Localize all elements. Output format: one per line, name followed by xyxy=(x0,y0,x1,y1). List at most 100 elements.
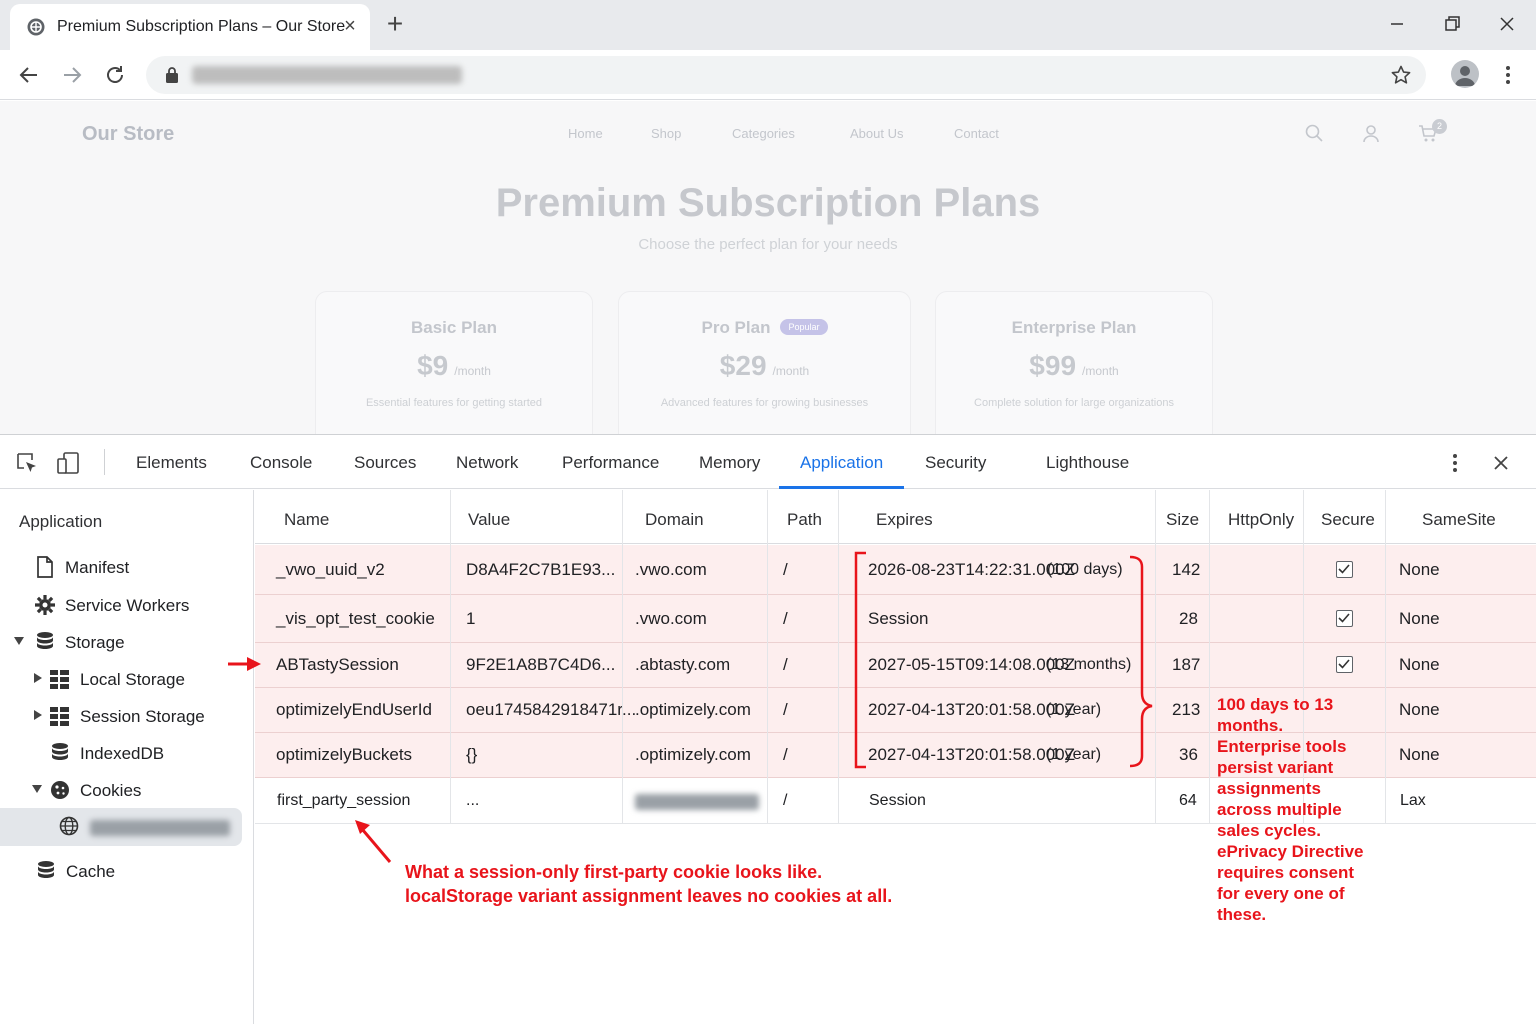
address-bar[interactable] xyxy=(146,56,1426,94)
gear-icon xyxy=(35,595,55,615)
expanded-arrow-icon[interactable] xyxy=(31,782,43,796)
cart-count-badge: 2 xyxy=(1432,119,1447,134)
table-row[interactable]: ABTastySession 9F2E1A8B7C4D6... .abtasty… xyxy=(255,643,1536,688)
plan-price: $99/month xyxy=(1029,350,1119,381)
tab-close-icon[interactable]: × xyxy=(340,16,360,36)
column-value[interactable]: Value xyxy=(468,510,510,530)
sidebar-item-storage[interactable]: Storage xyxy=(13,628,233,658)
cookie-domain-blurred xyxy=(90,820,230,836)
restore-icon[interactable] xyxy=(1439,11,1465,37)
column-domain[interactable]: Domain xyxy=(645,510,704,530)
sidebar-item-manifest[interactable]: Manifest xyxy=(34,553,234,583)
hero-title: Premium Subscription Plans xyxy=(495,181,1041,225)
column-path[interactable]: Path xyxy=(787,510,822,530)
lock-icon[interactable] xyxy=(164,66,180,84)
sidebar-item-cookies[interactable]: Cookies xyxy=(31,776,241,806)
devtools-menu-icon[interactable] xyxy=(1444,451,1466,475)
plan-price: $29/month xyxy=(719,350,810,381)
column-divider xyxy=(1155,490,1156,824)
browser-toolbar xyxy=(0,50,1536,100)
sidebar-item-session-storage[interactable]: Session Storage xyxy=(31,702,241,732)
expanded-arrow-icon[interactable] xyxy=(13,634,25,648)
forward-arrow-icon[interactable] xyxy=(59,62,85,88)
inspect-element-icon[interactable] xyxy=(15,451,39,475)
minimize-icon[interactable] xyxy=(1384,11,1410,37)
web-page: Our Store Home Shop Categories About Us … xyxy=(0,101,1536,434)
column-expires[interactable]: Expires xyxy=(876,510,933,530)
application-sidebar: Application Manifest Service Workers Sto… xyxy=(0,490,254,1024)
table-header: Name Value Domain Path Expires Size Http… xyxy=(255,490,1536,544)
annotation-session-cookie-line2: localStorage variant assignment leaves n… xyxy=(405,886,893,906)
sidebar-item-cache[interactable]: Cache xyxy=(35,857,235,887)
devtools-close-icon[interactable] xyxy=(1490,452,1512,474)
tab-memory[interactable]: Memory xyxy=(699,453,760,473)
tab-console[interactable]: Console xyxy=(250,453,312,473)
active-tab-indicator xyxy=(779,486,904,489)
column-divider xyxy=(1209,490,1210,824)
back-arrow-icon[interactable] xyxy=(16,62,42,88)
popular-badge: Popular xyxy=(780,319,828,335)
search-icon[interactable] xyxy=(1304,123,1324,143)
device-toolbar-icon[interactable] xyxy=(56,451,80,475)
plan-description: Essential features for getting started xyxy=(365,397,543,409)
browser-tab[interactable]: Premium Subscription Plans – Our Store × xyxy=(10,4,370,50)
nav-contact[interactable]: Contact xyxy=(954,126,999,141)
plan-description: Complete solution for large organization… xyxy=(974,397,1174,409)
reload-icon[interactable] xyxy=(102,62,128,88)
column-divider xyxy=(767,490,768,824)
plan-card-pro[interactable]: Pro Plan Popular $29/month Advanced featu… xyxy=(618,291,911,434)
secure-checkbox[interactable] xyxy=(1336,561,1353,578)
devtools-tabbar: Elements Console Sources Network Perform… xyxy=(0,435,1536,489)
table-row[interactable]: _vis_opt_test_cookie 1 .vwo.com / Sessio… xyxy=(255,595,1536,643)
collapsed-arrow-icon[interactable] xyxy=(31,708,43,722)
bookmark-star-icon[interactable] xyxy=(1390,64,1412,86)
column-divider xyxy=(838,490,839,824)
plan-name: Pro Plan Popular xyxy=(619,318,910,338)
nav-about-us[interactable]: About Us xyxy=(850,126,903,141)
tab-lighthouse[interactable]: Lighthouse xyxy=(1046,453,1129,473)
database-icon xyxy=(37,632,53,649)
tab-security[interactable]: Security xyxy=(925,453,986,473)
site-brand[interactable]: Our Store xyxy=(82,123,174,146)
document-icon xyxy=(37,556,53,578)
nav-home[interactable]: Home xyxy=(568,126,603,141)
plan-name: Basic Plan xyxy=(411,318,497,337)
annotation-session-cookie-line1: What a session-only first-party cookie l… xyxy=(405,862,823,882)
column-httponly[interactable]: HttpOnly xyxy=(1228,510,1294,530)
tab-elements[interactable]: Elements xyxy=(136,453,207,473)
secure-checkbox[interactable] xyxy=(1336,610,1353,627)
collapsed-arrow-icon[interactable] xyxy=(31,671,43,685)
nav-categories[interactable]: Categories xyxy=(732,126,795,141)
plan-name: Enterprise Plan xyxy=(1011,318,1137,337)
grid-storage-icon xyxy=(50,707,69,726)
secure-checkbox[interactable] xyxy=(1336,656,1353,673)
sidebar-item-service-workers[interactable]: Service Workers xyxy=(34,591,234,621)
plan-price: $9/month xyxy=(417,350,491,381)
nav-shop[interactable]: Shop xyxy=(651,126,681,141)
tab-title: Premium Subscription Plans – Our Store xyxy=(57,18,346,35)
tab-network[interactable]: Network xyxy=(456,453,518,473)
plan-card-basic[interactable]: Basic Plan $9/month Essential features f… xyxy=(315,291,593,434)
hero-subtitle: Choose the perfect plan for your needs xyxy=(638,236,898,253)
sidebar-item-local-storage[interactable]: Local Storage xyxy=(31,665,241,695)
column-size[interactable]: Size xyxy=(1166,510,1199,530)
globe-icon xyxy=(27,18,45,36)
account-icon[interactable] xyxy=(1361,123,1381,143)
plan-card-enterprise[interactable]: Enterprise Plan $99/month Complete solut… xyxy=(935,291,1213,434)
column-divider xyxy=(450,490,451,824)
tab-application[interactable]: Application xyxy=(800,453,883,473)
tab-sources[interactable]: Sources xyxy=(354,453,416,473)
new-tab-button[interactable]: + xyxy=(383,10,407,38)
profile-avatar-icon[interactable] xyxy=(1451,60,1479,88)
browser-menu-icon[interactable] xyxy=(1496,62,1520,88)
sidebar-item-indexeddb[interactable]: IndexedDB xyxy=(49,739,239,769)
column-samesite[interactable]: SameSite xyxy=(1422,510,1496,530)
tab-performance[interactable]: Performance xyxy=(562,453,659,473)
plan-description: Advanced features for growing businesses xyxy=(660,397,869,409)
column-name[interactable]: Name xyxy=(284,510,329,530)
window-close-icon[interactable] xyxy=(1494,11,1520,37)
table-row[interactable]: _vwo_uuid_v2 D8A4F2C7B1E93... .vwo.com /… xyxy=(255,545,1536,595)
cookie-icon xyxy=(51,781,69,799)
column-secure[interactable]: Secure xyxy=(1321,510,1375,530)
globe-icon xyxy=(59,816,79,836)
